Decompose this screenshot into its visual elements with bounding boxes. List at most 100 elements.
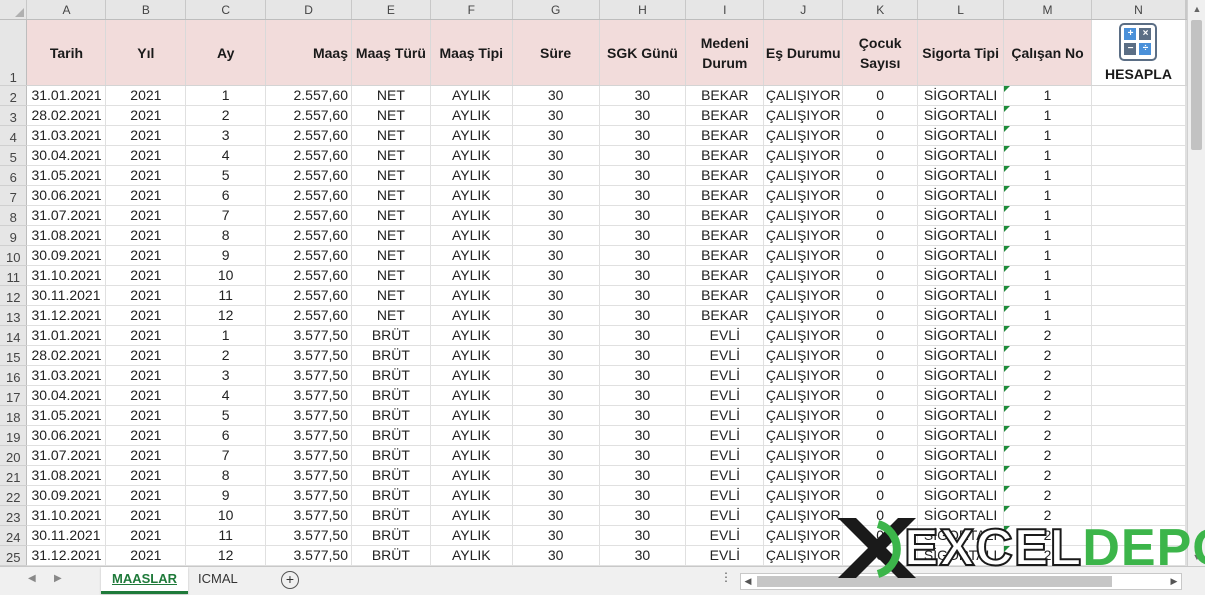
table-cell[interactable]: 2 (1003, 545, 1092, 566)
table-cell[interactable]: 4 (185, 385, 267, 406)
table-cell[interactable]: ÇALIŞIYOR (763, 125, 844, 146)
table-cell[interactable]: 28.02.2021 (26, 345, 107, 366)
table-cell[interactable]: 30 (512, 325, 600, 346)
table-cell[interactable]: 30 (599, 385, 687, 406)
table-cell[interactable]: NET (351, 265, 431, 286)
table-cell[interactable]: 30.09.2021 (26, 485, 107, 506)
table-cell[interactable]: 30.11.2021 (26, 525, 107, 546)
table-cell[interactable]: 12 (185, 305, 267, 326)
header-cell[interactable]: Ay (185, 19, 267, 86)
table-cell[interactable]: 0 (842, 125, 919, 146)
table-cell[interactable]: 7 (185, 445, 267, 466)
vertical-scroll-thumb[interactable] (1191, 20, 1202, 150)
empty-cell[interactable] (1091, 525, 1187, 546)
table-cell[interactable]: NET (351, 205, 431, 226)
table-cell[interactable]: 0 (842, 345, 919, 366)
table-cell[interactable]: 2021 (105, 165, 187, 186)
hesapla-button[interactable]: + × − ÷ HESAPLA (1091, 19, 1187, 86)
table-cell[interactable]: 2021 (105, 245, 187, 266)
row-number[interactable]: 1 (0, 19, 28, 86)
table-cell[interactable]: 2 (185, 345, 267, 366)
table-cell[interactable]: SİGORTALI (917, 545, 1005, 566)
table-cell[interactable]: 0 (842, 365, 919, 386)
table-cell[interactable]: 30 (599, 365, 687, 386)
table-cell[interactable]: BEKAR (685, 125, 765, 146)
table-cell[interactable]: 0 (842, 225, 919, 246)
table-cell[interactable]: 0 (842, 525, 919, 546)
row-number[interactable]: 23 (0, 505, 28, 526)
table-cell[interactable]: 30 (512, 225, 600, 246)
table-cell[interactable]: 30 (512, 205, 600, 226)
table-cell[interactable]: 2021 (105, 85, 187, 106)
row-number[interactable]: 21 (0, 465, 28, 486)
table-cell[interactable]: NET (351, 145, 431, 166)
table-cell[interactable]: AYLIK (430, 185, 513, 206)
table-cell[interactable]: 31.05.2021 (26, 405, 107, 426)
table-cell[interactable]: BEKAR (685, 105, 765, 126)
header-cell[interactable]: Maaş (265, 19, 352, 86)
row-number[interactable]: 17 (0, 385, 28, 406)
table-cell[interactable]: SİGORTALI (917, 465, 1005, 486)
table-cell[interactable]: SİGORTALI (917, 305, 1005, 326)
table-cell[interactable]: AYLIK (430, 85, 513, 106)
table-cell[interactable]: 30.04.2021 (26, 385, 107, 406)
table-cell[interactable]: 0 (842, 505, 919, 526)
table-cell[interactable]: BEKAR (685, 145, 765, 166)
table-cell[interactable]: 30 (512, 525, 600, 546)
table-cell[interactable]: 3.577,50 (265, 445, 352, 466)
table-cell[interactable]: 30 (512, 365, 600, 386)
tab-maaslar[interactable]: MAASLAR (101, 567, 188, 594)
column-header[interactable]: A (26, 0, 107, 20)
table-cell[interactable]: ÇALIŞIYOR (763, 225, 844, 246)
table-cell[interactable]: AYLIK (430, 465, 513, 486)
table-cell[interactable]: ÇALIŞIYOR (763, 205, 844, 226)
table-cell[interactable]: SİGORTALI (917, 385, 1005, 406)
table-cell[interactable]: SİGORTALI (917, 345, 1005, 366)
table-cell[interactable]: 28.02.2021 (26, 105, 107, 126)
table-cell[interactable]: 1 (1003, 305, 1092, 326)
table-cell[interactable]: BRÜT (351, 545, 431, 566)
table-cell[interactable]: 1 (1003, 205, 1092, 226)
table-cell[interactable]: 1 (1003, 145, 1092, 166)
table-cell[interactable]: 2021 (105, 205, 187, 226)
header-cell[interactable]: Sigorta Tipi (917, 19, 1005, 86)
column-header[interactable]: B (105, 0, 187, 20)
table-cell[interactable]: ÇALIŞIYOR (763, 345, 844, 366)
table-cell[interactable]: 30 (512, 345, 600, 366)
table-cell[interactable]: 2021 (105, 505, 187, 526)
empty-cell[interactable] (1091, 185, 1187, 206)
table-cell[interactable]: 2 (185, 105, 267, 126)
table-cell[interactable]: 0 (842, 245, 919, 266)
table-cell[interactable]: 0 (842, 85, 919, 106)
table-cell[interactable]: AYLIK (430, 485, 513, 506)
prev-sheet-icon[interactable]: ◀ (28, 573, 36, 584)
header-cell[interactable]: Medeni Durum (685, 19, 765, 86)
empty-cell[interactable] (1091, 205, 1187, 226)
table-cell[interactable]: 2021 (105, 265, 187, 286)
table-cell[interactable]: NET (351, 105, 431, 126)
horizontal-scrollbar[interactable]: ◀ ▶ (740, 573, 1182, 590)
table-cell[interactable]: SİGORTALI (917, 105, 1005, 126)
table-cell[interactable]: 30 (512, 485, 600, 506)
table-cell[interactable]: 31.10.2021 (26, 505, 107, 526)
table-cell[interactable]: 0 (842, 405, 919, 426)
table-cell[interactable]: AYLIK (430, 285, 513, 306)
table-cell[interactable]: 11 (185, 525, 267, 546)
table-cell[interactable]: 2.557,60 (265, 245, 352, 266)
table-cell[interactable]: 30 (512, 125, 600, 146)
table-cell[interactable]: 0 (842, 325, 919, 346)
table-cell[interactable]: NET (351, 245, 431, 266)
column-header[interactable]: F (430, 0, 513, 20)
table-cell[interactable]: BRÜT (351, 525, 431, 546)
table-cell[interactable]: 5 (185, 165, 267, 186)
row-number[interactable]: 22 (0, 485, 28, 506)
table-cell[interactable]: 2.557,60 (265, 265, 352, 286)
table-cell[interactable]: 30 (599, 425, 687, 446)
column-header[interactable]: D (265, 0, 352, 20)
column-header[interactable]: I (685, 0, 765, 20)
row-number[interactable]: 11 (0, 265, 28, 286)
table-cell[interactable]: NET (351, 285, 431, 306)
scroll-right-icon[interactable]: ▶ (1167, 574, 1181, 589)
empty-cell[interactable] (1091, 225, 1187, 246)
table-cell[interactable]: ÇALIŞIYOR (763, 285, 844, 306)
